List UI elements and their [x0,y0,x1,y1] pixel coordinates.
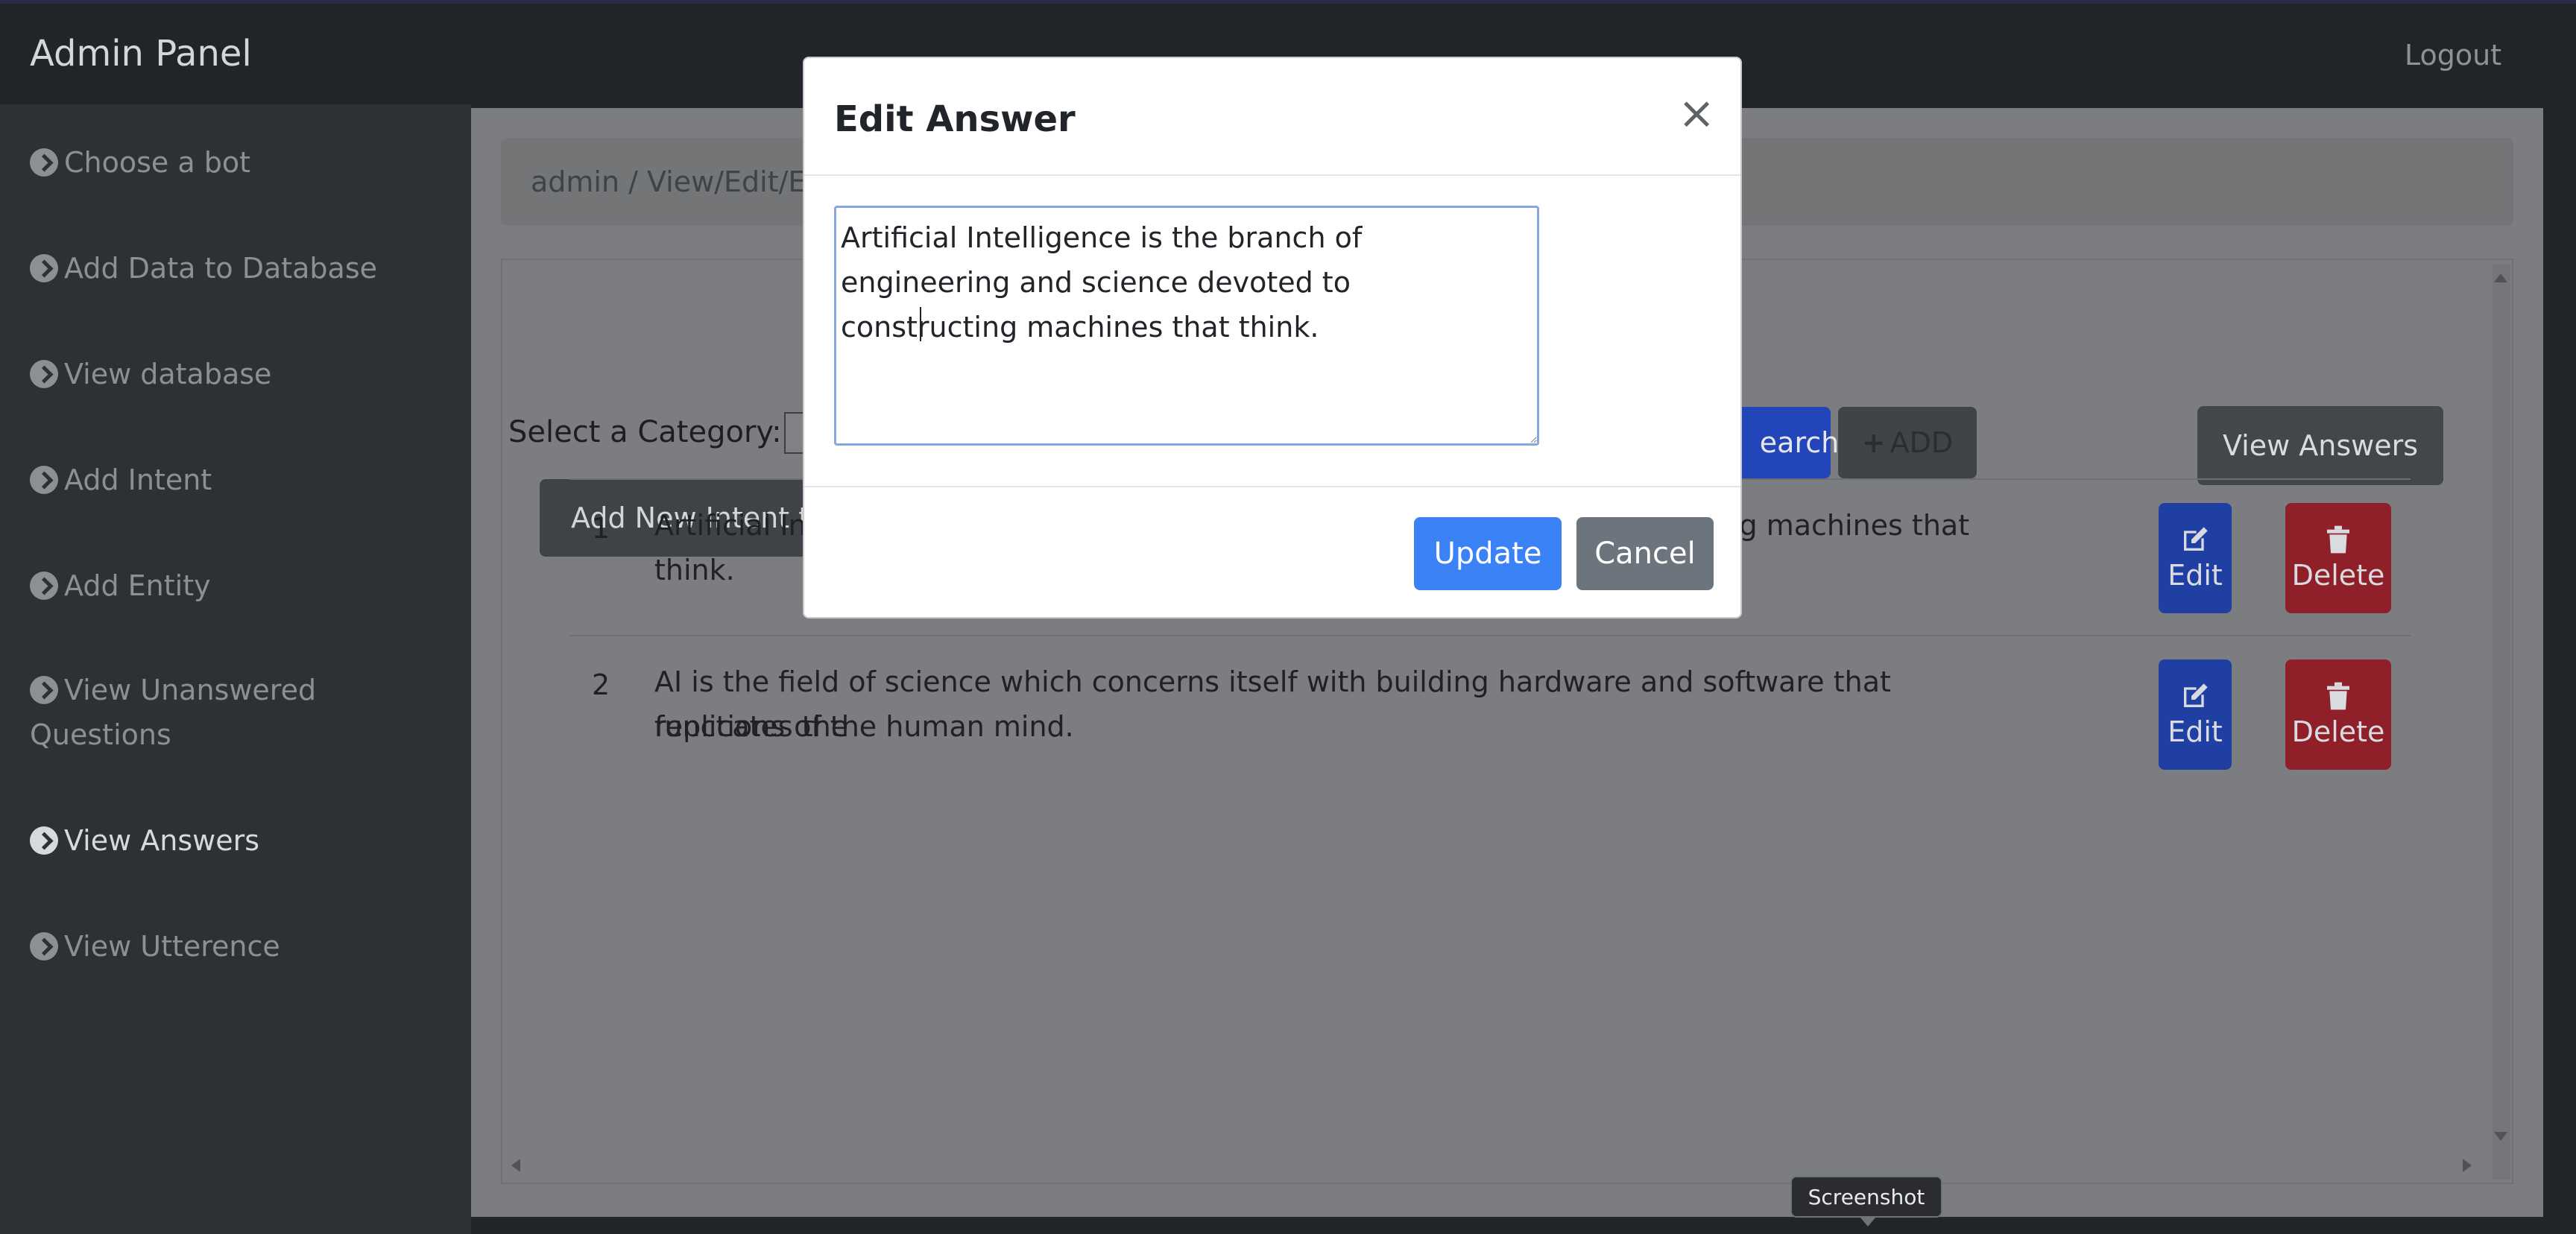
top-accent-line [0,0,2576,4]
scroll-left-arrow-icon[interactable] [511,1159,520,1172]
chevron-circle-icon [30,826,58,855]
edit-button-label: Edit [2168,715,2223,748]
chevron-circle-icon [30,254,58,282]
scroll-up-arrow-icon[interactable] [2494,273,2507,282]
trash-icon [2327,682,2349,710]
chevron-circle-icon [30,148,58,177]
add-button[interactable]: + ADD [1838,407,1977,478]
modal-footer-divider [804,486,1740,487]
sidebar-item-add-data[interactable]: Add Data to Database [30,246,447,291]
chevron-circle-icon [30,466,58,494]
sidebar-item-add-entity[interactable]: Add Entity [30,563,447,608]
sidebar-item-unanswered[interactable]: View Unanswered Questions [30,668,343,757]
plus-icon: + [1861,426,1886,459]
sidebar-item-label: Add Entity [64,569,211,602]
sidebar-item-view-answers[interactable]: View Answers [30,818,447,863]
chevron-circle-icon [30,360,58,388]
category-label: Select a Category: [508,415,782,449]
delete-button-label: Delete [2291,715,2385,748]
logout-link[interactable]: Logout [2405,39,2501,72]
sidebar-item-view-utterence[interactable]: View Utterence [30,924,447,969]
sidebar-item-label: Add Data to Database [64,252,378,285]
screenshot-tooltip: Screenshot [1790,1176,1942,1227]
view-answers-button[interactable]: View Answers [2197,406,2443,485]
text-cursor [920,307,921,341]
delete-button-label: Delete [2291,559,2385,592]
answer-textarea[interactable]: Artificial Intelligence is the branch of… [834,206,1539,446]
chevron-circle-icon [30,932,58,961]
row-answer-text-line2: functions of the human mind. [654,710,1074,743]
edit-answer-modal: Edit Answer × Artificial Intelligence is… [803,57,1742,618]
sidebar-item-label: View database [64,358,272,390]
sidebar-item-label: View Answers [64,824,260,857]
sidebar: Choose a bot Add Data to Database View d… [0,104,471,1234]
row-divider [569,635,2411,636]
sidebar-item-choose-bot[interactable]: Choose a bot [30,140,447,185]
edit-icon [2184,683,2208,707]
sidebar-item-view-database[interactable]: View database [30,352,447,396]
sidebar-item-add-intent[interactable]: Add Intent [30,458,447,502]
row-number: 1 [592,512,610,545]
delete-button[interactable]: Delete [2285,503,2391,613]
row-answer-text-right: ting machines that [1702,509,1970,542]
modal-title: Edit Answer [834,98,1076,140]
sidebar-item-label: Choose a bot [64,146,251,179]
sidebar-item-label: View Utterence [64,930,280,963]
edit-button[interactable]: Edit [2159,503,2232,613]
sidebar-item-label: View Unanswered Questions [30,674,317,751]
vertical-scrollbar[interactable] [2493,265,2510,1180]
delete-button[interactable]: Delete [2285,659,2391,770]
edit-button-label: Edit [2168,559,2223,592]
scroll-right-arrow-icon[interactable] [2463,1159,2472,1172]
close-icon[interactable]: × [1678,91,1715,136]
update-button[interactable]: Update [1414,517,1562,590]
sidebar-item-label: Add Intent [64,463,212,496]
cancel-button[interactable]: Cancel [1576,517,1714,590]
edit-icon [2184,527,2208,551]
edit-button[interactable]: Edit [2159,659,2232,770]
row-text-left: Artificial Int [654,509,818,542]
add-button-label: ADD [1890,426,1954,459]
chevron-circle-icon [30,572,58,600]
scroll-down-arrow-icon[interactable] [2494,1132,2507,1141]
brand-title[interactable]: Admin Panel [30,33,252,75]
row-number: 2 [592,668,610,701]
trash-icon [2327,525,2349,554]
chevron-circle-icon [30,676,58,704]
